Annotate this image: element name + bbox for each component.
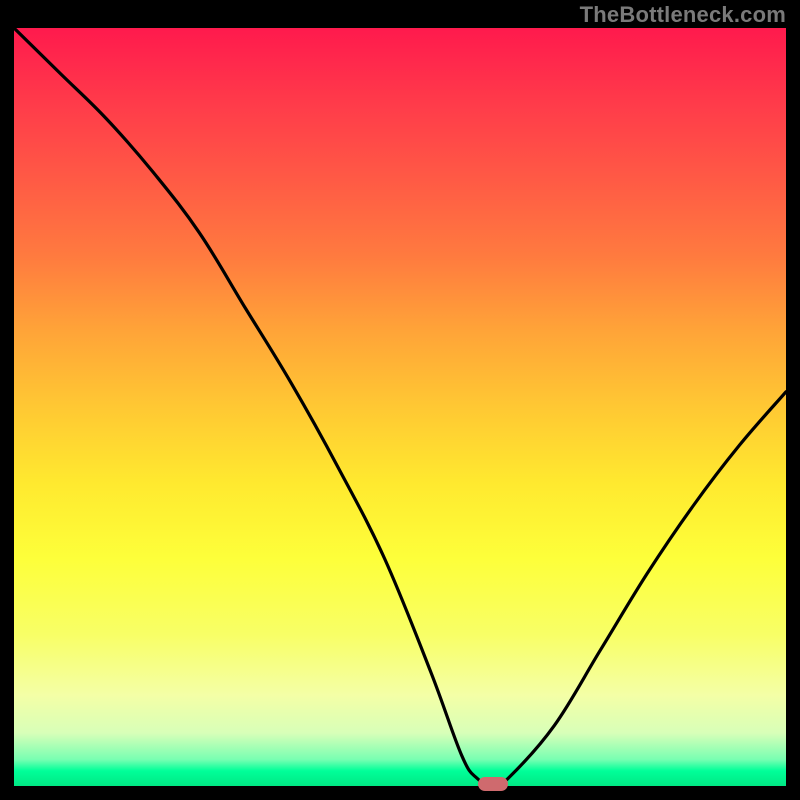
plot-area <box>14 28 786 786</box>
bottleneck-curve <box>14 28 786 786</box>
chart-frame: TheBottleneck.com <box>0 0 800 800</box>
curve-path <box>14 28 786 786</box>
optimum-marker <box>478 777 508 791</box>
watermark-text: TheBottleneck.com <box>580 2 786 28</box>
